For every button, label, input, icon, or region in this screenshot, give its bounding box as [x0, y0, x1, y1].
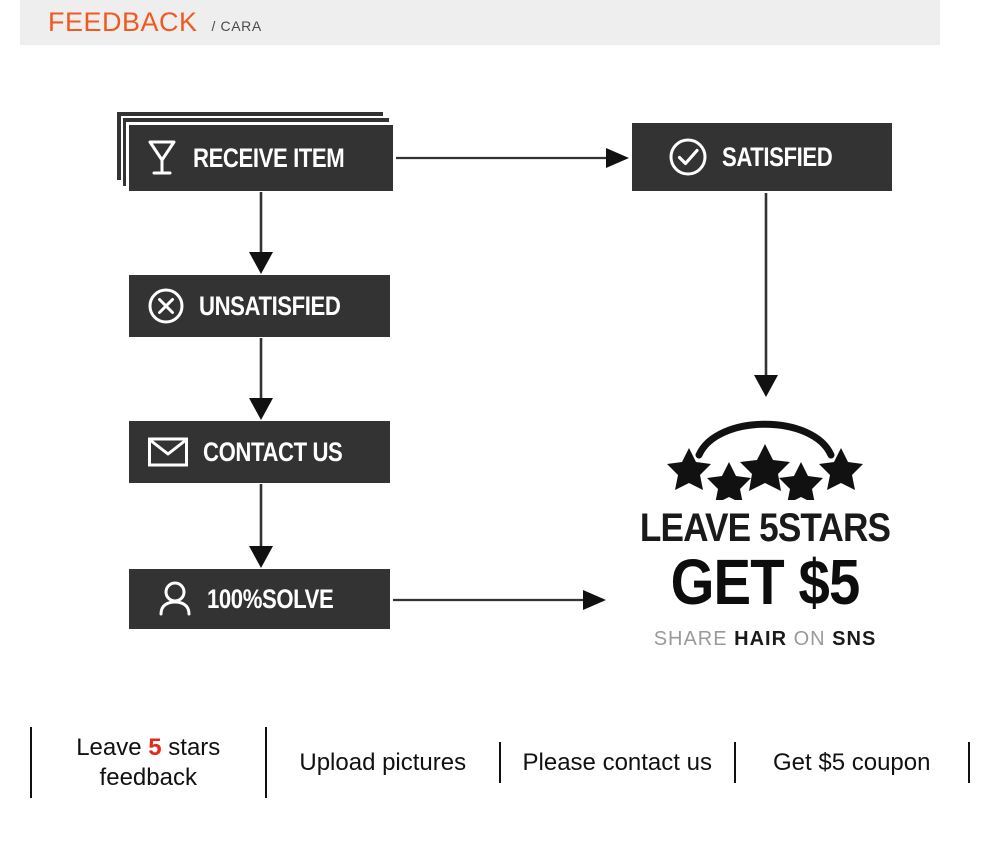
- arrow-contact-to-solve: [249, 484, 273, 568]
- strip-cell-please-contact-us: Please contact us: [501, 741, 736, 784]
- arrow-receive-to-unsatisfied: [249, 192, 273, 274]
- person-icon: [157, 580, 193, 618]
- page-subtitle: / CARA: [211, 17, 262, 34]
- flow-box-label: RECEIVE ITEM: [192, 142, 345, 173]
- promo-share-word-sns: SNS: [832, 628, 877, 650]
- flow-box-unsatisfied[interactable]: UNSATISFIED: [126, 272, 393, 340]
- flow-box-label: CONTACT US: [202, 436, 343, 467]
- promo-share-word-on: ON: [793, 628, 826, 650]
- five-stars-arc-icon: [667, 420, 863, 500]
- wine-glass-icon: [145, 138, 179, 178]
- flow-box-contact-us[interactable]: CONTACT US: [126, 418, 393, 486]
- envelope-icon: [147, 436, 189, 468]
- arrow-satisfied-to-promo: [754, 193, 778, 397]
- arrow-solve-to-promo: [393, 590, 606, 610]
- strip-cell-get-5-coupon: Get $5 coupon: [736, 741, 970, 784]
- flow-box-label: UNSATISFIED: [199, 290, 341, 321]
- strip-cell-upload-pictures: Upload pictures: [267, 741, 501, 784]
- flow-box-label: 100%SOLVE: [207, 583, 334, 614]
- bottom-summary-strip: Leave 5 stars feedback Upload pictures P…: [30, 715, 970, 810]
- arrow-unsatisfied-to-contact: [249, 338, 273, 420]
- flow-box-label: SATISFIED: [721, 141, 833, 172]
- page-header: FEEDBACK / CARA: [20, 0, 940, 45]
- check-circle-icon: [668, 137, 708, 177]
- flow-box-receive-item[interactable]: RECEIVE ITEM: [126, 122, 396, 194]
- x-circle-icon: [147, 287, 185, 325]
- promo-share-note: SHARE HAIR ON SNS: [620, 628, 910, 651]
- promo-headline: LEAVE 5STARS: [639, 506, 891, 550]
- flow-box-satisfied[interactable]: SATISFIED: [629, 120, 895, 194]
- promo-block: LEAVE 5STARS GET $5 SHARE HAIR ON SNS: [620, 400, 910, 651]
- promo-share-word-hair: HAIR: [734, 628, 788, 650]
- page-title: FEEDBACK: [48, 7, 198, 37]
- arrow-receive-to-satisfied: [396, 148, 629, 168]
- strip-text-pre: Leave: [76, 734, 149, 762]
- flow-box-solve[interactable]: 100%SOLVE: [126, 566, 393, 632]
- promo-share-word-share: SHARE: [653, 628, 728, 650]
- strip-accent-number: 5: [148, 734, 162, 762]
- promo-offer: GET $5: [670, 546, 861, 618]
- strip-cell-leave-5-stars-feedback: Leave 5 stars feedback: [30, 727, 267, 798]
